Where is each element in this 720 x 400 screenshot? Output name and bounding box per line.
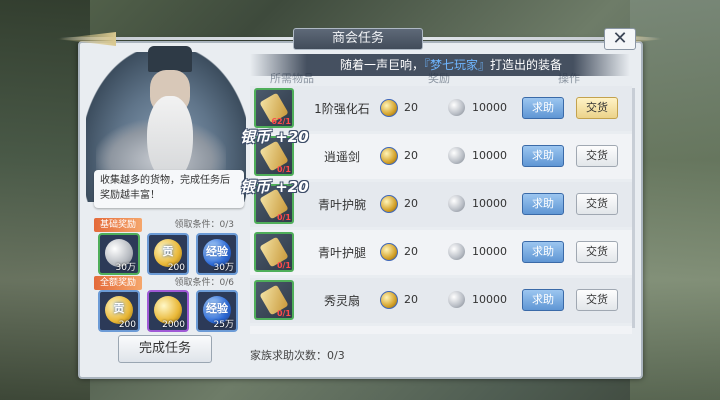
experience-icon[interactable]: 经验 30万 bbox=[196, 233, 238, 275]
contribution-icon bbox=[380, 99, 398, 117]
family-help-count: 家族求助次数：0/3 bbox=[250, 349, 345, 362]
reward-glyph: 经验 bbox=[206, 245, 228, 258]
silver-amount: 10000 bbox=[472, 245, 507, 258]
reward-amount: 30万 bbox=[213, 263, 234, 273]
contribution-amount: 20 bbox=[404, 197, 418, 210]
silver-coin-icon bbox=[448, 99, 465, 116]
fan-icon[interactable]: 0/1 bbox=[254, 280, 294, 320]
reward-glyph: 经验 bbox=[206, 302, 228, 315]
basic-reward-header: 基础奖励 领取条件：0/3 bbox=[94, 218, 240, 232]
wing-left-ornament bbox=[56, 32, 116, 46]
close-button[interactable]: ✕ bbox=[604, 28, 636, 50]
silver-amount: 10000 bbox=[472, 101, 507, 114]
reward-glyph: 贡 bbox=[113, 302, 125, 315]
item-count: 0/1 bbox=[276, 165, 291, 174]
deliver-button[interactable]: 交货 bbox=[576, 145, 618, 167]
item-name: 秀灵扇 bbox=[323, 294, 360, 308]
reward-amount: 25万 bbox=[213, 320, 234, 330]
silver-coin-icon bbox=[448, 291, 465, 308]
experience-icon[interactable]: 经验 25万 bbox=[196, 290, 238, 332]
task-list-scrollbar[interactable] bbox=[632, 88, 635, 328]
deliver-button[interactable]: 交货 bbox=[576, 241, 618, 263]
silver-amount: 10000 bbox=[472, 293, 507, 306]
contribution-icon[interactable]: 贡 200 bbox=[98, 290, 140, 332]
contribution-amount: 20 bbox=[404, 101, 418, 114]
reward-amount: 200 bbox=[118, 320, 136, 330]
help-button[interactable]: 求助 bbox=[522, 241, 564, 263]
contribution-icon[interactable]: 贡 200 bbox=[147, 233, 189, 275]
deliver-button[interactable]: 交货 bbox=[576, 193, 618, 215]
help-button[interactable]: 求助 bbox=[522, 97, 564, 119]
silver-coin-icon bbox=[448, 147, 465, 164]
item-count: 62/1 bbox=[271, 117, 291, 126]
deliver-button[interactable]: 交货 bbox=[576, 289, 618, 311]
deliver-button[interactable]: 交货 bbox=[576, 97, 618, 119]
announcement-player-name[interactable]: 『梦七玩家』 bbox=[424, 58, 490, 72]
item-count: 0/1 bbox=[276, 213, 291, 222]
silver-amount: 10000 bbox=[472, 197, 507, 210]
full-reward-condition: 领取条件：0/6 bbox=[174, 278, 235, 288]
announcement-suffix: 打造出的装备 bbox=[490, 58, 563, 72]
contribution-amount: 20 bbox=[404, 245, 418, 258]
gold-coin-icon[interactable]: 2000 bbox=[147, 290, 189, 332]
item-count: 0/1 bbox=[276, 261, 291, 270]
npc-hat bbox=[148, 46, 192, 72]
silver-coin-icon[interactable]: 30万 bbox=[98, 233, 140, 275]
task-row bbox=[250, 326, 632, 334]
help-button[interactable]: 求助 bbox=[522, 193, 564, 215]
contribution-icon bbox=[380, 195, 398, 213]
full-reward-header: 全额奖励 领取条件：0/6 bbox=[94, 276, 240, 290]
contribution-icon bbox=[380, 147, 398, 165]
item-name: 青叶护腿 bbox=[317, 246, 366, 260]
reward-amount: 200 bbox=[167, 263, 185, 273]
reward-glyph: 贡 bbox=[162, 245, 174, 258]
silver-coin-icon bbox=[448, 243, 465, 260]
task-row: 0/1 青叶护腿 20 10000 求助 交货 bbox=[250, 230, 632, 275]
floating-reward-text: 银币 +20 bbox=[240, 178, 309, 196]
item-name: 逍遥剑 bbox=[323, 150, 360, 164]
complete-task-button[interactable]: 完成任务 bbox=[118, 335, 212, 363]
task-row: 0/1 秀灵扇 20 10000 求助 交货 bbox=[250, 278, 632, 323]
floating-reward-text: 银币 +20 bbox=[240, 128, 309, 146]
item-name: 青叶护腕 bbox=[317, 198, 366, 212]
task-list[interactable]: 62/1 1阶强化石 20 10000 求助 交货 0/1 逍遥剑 20 100… bbox=[250, 86, 632, 334]
contribution-icon bbox=[380, 243, 398, 261]
help-button[interactable]: 求助 bbox=[522, 289, 564, 311]
npc-speech-bubble: 收集越多的货物，完成任务后奖励越丰富！ bbox=[94, 170, 244, 208]
full-reward-items: 贡 200 2000 经验 25万 bbox=[98, 290, 238, 332]
silver-coin-icon bbox=[448, 195, 465, 212]
background-left bbox=[0, 0, 90, 400]
contribution-amount: 20 bbox=[404, 149, 418, 162]
reward-amount: 30万 bbox=[115, 263, 136, 273]
announcement-prefix: 随着一声巨响， bbox=[340, 58, 425, 72]
contribution-icon bbox=[380, 291, 398, 309]
window-title: 商会任务 bbox=[293, 28, 423, 50]
leg-guard-icon[interactable]: 0/1 bbox=[254, 232, 294, 272]
background-right bbox=[630, 0, 720, 400]
basic-reward-items: 30万 贡 200 经验 30万 bbox=[98, 233, 238, 275]
basic-reward-tag: 基础奖励 bbox=[94, 218, 143, 232]
enhance-stone-icon[interactable]: 62/1 bbox=[254, 88, 294, 128]
help-button[interactable]: 求助 bbox=[522, 145, 564, 167]
item-count: 0/1 bbox=[276, 309, 291, 318]
full-reward-tag: 全额奖励 bbox=[94, 276, 143, 290]
basic-reward-condition: 领取条件：0/3 bbox=[174, 220, 235, 230]
reward-amount: 2000 bbox=[162, 320, 185, 330]
silver-amount: 10000 bbox=[472, 149, 507, 162]
system-announcement: 随着一声巨响，『梦七玩家』打造出的装备 bbox=[250, 54, 630, 76]
contribution-amount: 20 bbox=[404, 293, 418, 306]
item-name: 1阶强化石 bbox=[314, 102, 370, 116]
task-row: 62/1 1阶强化石 20 10000 求助 交货 bbox=[250, 86, 632, 131]
